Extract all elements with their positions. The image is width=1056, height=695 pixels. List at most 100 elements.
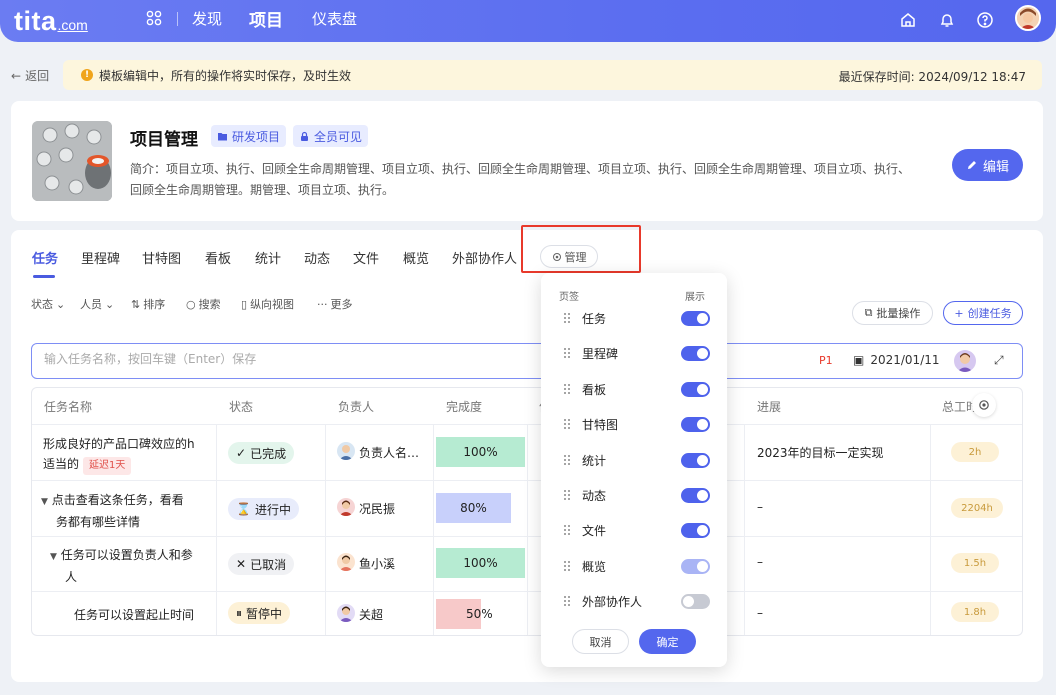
drag-handle-icon[interactable] xyxy=(563,595,571,607)
owner-avatar xyxy=(337,442,355,460)
due-date[interactable]: ▣ 2021/01/11 xyxy=(853,353,940,367)
filter-status[interactable]: 状态 ⌄ xyxy=(31,296,65,312)
task-name-row-2[interactable]: ▼ 点击查看这条任务，看看 务都有哪些详情 xyxy=(41,490,184,532)
col-task-name: 任务名称 xyxy=(44,399,93,414)
toggle-knob xyxy=(697,560,708,572)
tab-activity[interactable]: 动态 xyxy=(304,248,330,267)
tab-external[interactable]: 外部协作人 xyxy=(452,248,517,267)
drag-handle-icon[interactable] xyxy=(563,347,571,359)
column-settings-button[interactable] xyxy=(972,393,996,417)
drag-handle-icon[interactable] xyxy=(563,454,571,466)
check-icon: ✓ xyxy=(236,446,247,460)
update-text: – xyxy=(757,500,763,514)
hours-chip: 2h xyxy=(951,442,999,462)
confirm-button[interactable]: 确定 xyxy=(639,629,696,654)
more-button[interactable]: ··· 更多 xyxy=(317,296,353,312)
nav-discover[interactable]: 发现 xyxy=(192,0,222,36)
columns-icon: ▯ xyxy=(241,297,248,311)
expand-icon[interactable]: ⤢ xyxy=(994,353,1004,368)
owner-avatar xyxy=(337,498,355,516)
visibility-toggle[interactable] xyxy=(681,417,710,433)
tab-visibility-row: 外部协作人 xyxy=(541,586,727,616)
col-update: 进展 xyxy=(757,399,782,414)
overdue-badge: 延迟1天 xyxy=(83,457,132,475)
nav-dashboard[interactable]: 仪表盘 xyxy=(312,0,357,36)
owner-name: 关超 xyxy=(359,608,384,622)
tab-visibility-label: 看板 xyxy=(582,382,607,397)
status-badge[interactable]: ✓ 已完成 xyxy=(228,442,295,464)
project-type-label: 研发项目 xyxy=(232,129,281,144)
drag-handle-icon[interactable] xyxy=(563,418,571,430)
progress-label: 50% xyxy=(466,607,493,621)
bell-icon[interactable] xyxy=(938,11,956,29)
assignee-avatar[interactable] xyxy=(954,350,976,372)
task-name-row-3[interactable]: ▼ 任务可以设置负责人和参 人 xyxy=(50,545,193,587)
user-avatar[interactable] xyxy=(1015,5,1041,31)
tab-files[interactable]: 文件 xyxy=(353,248,379,267)
tab-milestones[interactable]: 里程碑 xyxy=(81,248,120,267)
task-name-line: 任务可以设置负责人和参 xyxy=(60,548,193,562)
owner-name: 况民振 xyxy=(359,502,396,516)
tab-overview[interactable]: 概览 xyxy=(403,248,429,267)
apps-grid-icon[interactable] xyxy=(146,10,162,26)
help-icon[interactable] xyxy=(976,11,994,29)
col-status: 状态 xyxy=(229,399,254,414)
chevron-down-icon: ⌄ xyxy=(105,297,115,311)
visibility-toggle[interactable] xyxy=(681,452,710,468)
caret-down-icon: ▼ xyxy=(41,497,48,507)
sort-button[interactable]: ⇅ 排序 xyxy=(131,296,165,312)
drag-handle-icon[interactable] xyxy=(563,383,571,395)
status-badge[interactable]: ✕ 已取消 xyxy=(228,553,295,575)
visibility-toggle[interactable] xyxy=(681,523,710,539)
drag-handle-icon[interactable] xyxy=(563,560,571,572)
hourglass-icon: ⌛ xyxy=(236,502,251,516)
visibility-toggle[interactable] xyxy=(681,594,710,610)
visibility-toggle[interactable] xyxy=(681,488,710,503)
more-icon: ··· xyxy=(317,297,328,311)
tab-visibility-row: 动态 xyxy=(541,480,727,510)
task-name-row-4[interactable]: 任务可以设置起止时间 xyxy=(74,606,194,623)
top-navbar: tita .com 发现 项目 仪表盘 xyxy=(0,0,1056,42)
gear-icon xyxy=(979,400,989,410)
create-task-label: 创建任务 xyxy=(967,307,1012,320)
tab-stats[interactable]: 统计 xyxy=(255,248,281,267)
drag-handle-icon[interactable] xyxy=(563,312,571,324)
plus-icon: + xyxy=(954,306,964,320)
search-button[interactable]: ○ 搜索 xyxy=(186,296,221,312)
tab-tasks[interactable]: 任务 xyxy=(32,248,58,267)
priority-label[interactable]: P1 xyxy=(819,354,833,367)
edit-button[interactable]: 编辑 xyxy=(952,149,1023,181)
visibility-toggle[interactable] xyxy=(681,346,710,362)
task-table: 任务名称 状态 负责人 完成度 优 进展 总工时 形成良好的产品口碑效应的h 适… xyxy=(31,387,1023,636)
status-badge[interactable]: ⏸ 暂停中 xyxy=(228,602,291,624)
toggle-knob xyxy=(697,313,708,324)
nav-project[interactable]: 项目 xyxy=(249,0,283,36)
popup-col-show: 展示 xyxy=(685,292,705,303)
home-icon[interactable] xyxy=(899,11,917,29)
drag-handle-icon[interactable] xyxy=(563,489,571,501)
task-name-input[interactable] xyxy=(44,352,544,366)
tab-kanban[interactable]: 看板 xyxy=(205,248,231,267)
visibility-toggle[interactable] xyxy=(681,381,710,397)
info-icon: ! xyxy=(81,69,93,81)
calendar-icon: ▣ xyxy=(853,353,865,367)
back-link[interactable]: ← 返回 xyxy=(11,67,49,84)
filter-people[interactable]: 人员 ⌄ xyxy=(80,296,114,312)
visibility-toggle[interactable] xyxy=(681,558,710,574)
tita-logo[interactable]: tita .com xyxy=(14,6,88,37)
owner-name: 鱼小溪 xyxy=(359,557,396,571)
tab-gantt[interactable]: 甘特图 xyxy=(142,248,181,267)
tab-visibility-row: 里程碑 xyxy=(541,338,727,368)
task-name-row-1[interactable]: 形成良好的产品口碑效应的h 适当的 延迟1天 xyxy=(43,434,195,475)
status-badge[interactable]: ⌛ 进行中 xyxy=(228,498,299,520)
task-panel: 任务 里程碑 甘特图 看板 统计 动态 文件 概览 外部协作人 管理 状态 ⌄ 人… xyxy=(11,225,1043,682)
visibility-toggle[interactable] xyxy=(681,311,710,326)
create-task-button[interactable]: + 创建任务 xyxy=(943,301,1023,325)
cancel-button[interactable]: 取消 xyxy=(572,629,629,654)
col-divider xyxy=(527,424,528,635)
batch-operation-button[interactable]: ⧉ 批量操作 xyxy=(852,301,933,325)
drag-handle-icon[interactable] xyxy=(563,524,571,536)
vertical-view-button[interactable]: ▯ 纵向视图 xyxy=(241,296,294,312)
caret-down-icon: ▼ xyxy=(50,552,57,562)
nav-divider xyxy=(177,12,178,26)
